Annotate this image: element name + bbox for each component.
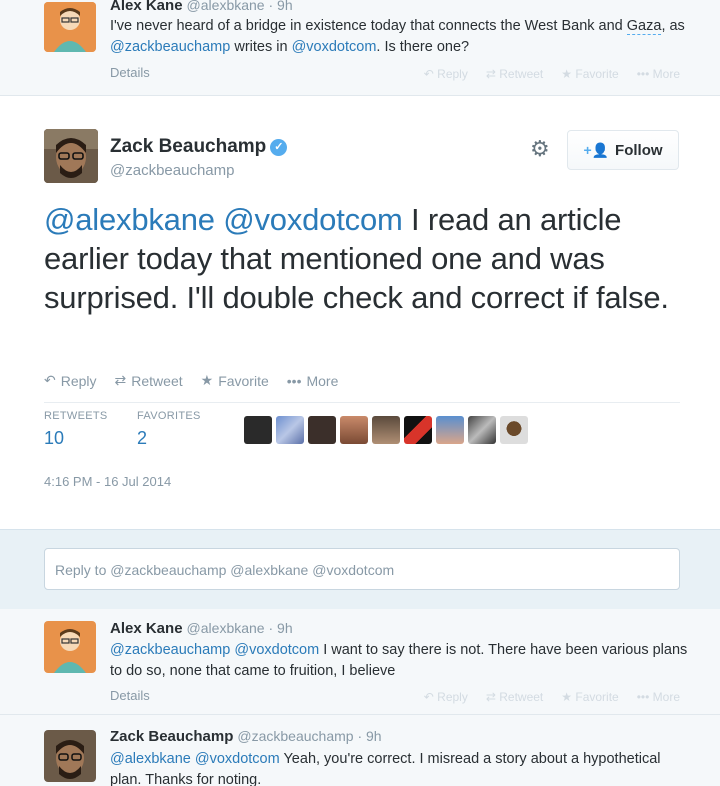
retweets-stat[interactable]: RETWEETS 10	[44, 410, 108, 449]
add-user-icon: +👤	[583, 141, 610, 158]
mention-zackbeauchamp[interactable]: @zackbeauchamp	[110, 39, 230, 55]
reply-action[interactable]: ↶ Reply	[44, 372, 97, 389]
avatar[interactable]	[436, 416, 464, 444]
mention-voxdotcom[interactable]: @voxdotcom	[234, 642, 319, 658]
avatar-alex-kane[interactable]	[44, 2, 96, 52]
author-handle[interactable]: @alexbkane · 9h	[187, 0, 293, 13]
tweet-zack-beauchamp-reply: Zack Beauchamp @zackbeauchamp · 9h @alexb…	[0, 715, 720, 786]
mention-zackbeauchamp[interactable]: @zackbeauchamp	[110, 642, 230, 658]
details-link[interactable]: Details	[110, 65, 150, 80]
tweet-main-expanded: Zack Beauchamp ✓ @zackbeauchamp ⚙ +👤 Foll…	[0, 96, 720, 529]
reply-action[interactable]: ↶ Reply	[424, 67, 468, 81]
reply-icon: ↶	[44, 372, 56, 388]
mention-alexbkane[interactable]: @alexbkane	[44, 202, 215, 237]
author-handle[interactable]: @zackbeauchamp · 9h	[237, 728, 381, 744]
author-screenname[interactable]: @zackbeauchamp	[110, 162, 234, 179]
avatar-alex-kane[interactable]	[44, 621, 96, 673]
tweet-text: @alexbkane @voxdotcom Yeah, you're corre…	[110, 751, 661, 786]
reply-action[interactable]: ↶ Reply	[424, 690, 468, 704]
verified-badge-icon: ✓	[270, 139, 288, 156]
mention-voxdotcom[interactable]: @voxdotcom	[292, 39, 377, 55]
tweet-actions: ↶ Reply ⇄ Retweet ★ Favorite ••• More	[424, 690, 680, 704]
avatar-zack-beauchamp[interactable]	[44, 730, 96, 782]
more-action[interactable]: ••• More	[637, 67, 680, 81]
avatar[interactable]	[244, 416, 272, 444]
favorite-action[interactable]: ★ Favorite	[561, 67, 618, 81]
avatar[interactable]	[340, 416, 368, 444]
retweet-action[interactable]: ⇄ Retweet	[486, 690, 543, 704]
divider	[44, 402, 680, 403]
avatar[interactable]	[276, 416, 304, 444]
tweet-actions: ↶ Reply ⇄ Retweet ★ Favorite ••• More	[44, 372, 338, 389]
retweeter-avatars	[244, 416, 528, 444]
avatar[interactable]	[372, 416, 400, 444]
tweet-actions: ↶ Reply ⇄ Retweet ★ Favorite ••• More	[424, 67, 680, 81]
gear-icon[interactable]: ⚙	[530, 136, 550, 162]
favorite-action[interactable]: ★ Favorite	[561, 690, 618, 704]
details-link[interactable]: Details	[110, 688, 150, 703]
tweet-text: @alexbkane @voxdotcom I read an article …	[44, 202, 669, 315]
avatar-zack-beauchamp[interactable]	[44, 129, 98, 183]
mention-voxdotcom[interactable]: @voxdotcom	[195, 751, 280, 767]
tweet-timestamp[interactable]: 4:16 PM - 16 Jul 2014	[44, 474, 171, 489]
author-name[interactable]: Zack Beauchamp @zackbeauchamp · 9h	[110, 728, 382, 745]
avatar[interactable]	[404, 416, 432, 444]
tweet-text: I've never heard of a bridge in existenc…	[110, 18, 685, 55]
tweet-text: @zackbeauchamp @voxdotcom I want to say …	[110, 642, 688, 679]
retweet-action[interactable]: ⇄ Retweet	[486, 67, 543, 81]
retweet-action[interactable]: ⇄ Retweet	[115, 372, 183, 389]
mention-alexbkane[interactable]: @alexbkane	[110, 751, 191, 767]
retweet-icon: ⇄	[114, 372, 127, 388]
more-dots-icon: •••	[286, 372, 302, 389]
tweet-alex-kane-reply: Alex Kane @alexbkane · 9h @zackbeauchamp …	[0, 609, 720, 715]
avatar[interactable]	[308, 416, 336, 444]
author-name[interactable]: Alex Kane @alexbkane · 9h	[110, 620, 293, 637]
more-action[interactable]: ••• More	[637, 690, 680, 704]
author-name[interactable]: Alex Kane @alexbkane · 9h	[110, 0, 293, 14]
author-handle[interactable]: @alexbkane · 9h	[187, 620, 293, 636]
avatar[interactable]	[500, 416, 528, 444]
avatar[interactable]	[468, 416, 496, 444]
more-action[interactable]: ••• More	[287, 372, 339, 389]
reply-input[interactable]: Reply to @zackbeauchamp @alexbkane @voxd…	[44, 548, 680, 590]
favorite-action[interactable]: ★ Favorite	[201, 372, 269, 389]
follow-button[interactable]: +👤 Follow	[567, 130, 679, 170]
mention-voxdotcom[interactable]: @voxdotcom	[223, 202, 403, 237]
author-fullname[interactable]: Zack Beauchamp ✓	[110, 136, 288, 158]
favorites-stat[interactable]: FAVORITES 2	[137, 410, 201, 449]
reply-composer-zone: Reply to @zackbeauchamp @alexbkane @voxd…	[0, 529, 720, 609]
hashtag-gaza[interactable]: Gaza	[626, 18, 662, 35]
tweet-alex-kane-original: Alex Kane @alexbkane · 9h I've never hear…	[0, 0, 720, 96]
favorite-star-icon: ★	[200, 372, 214, 388]
